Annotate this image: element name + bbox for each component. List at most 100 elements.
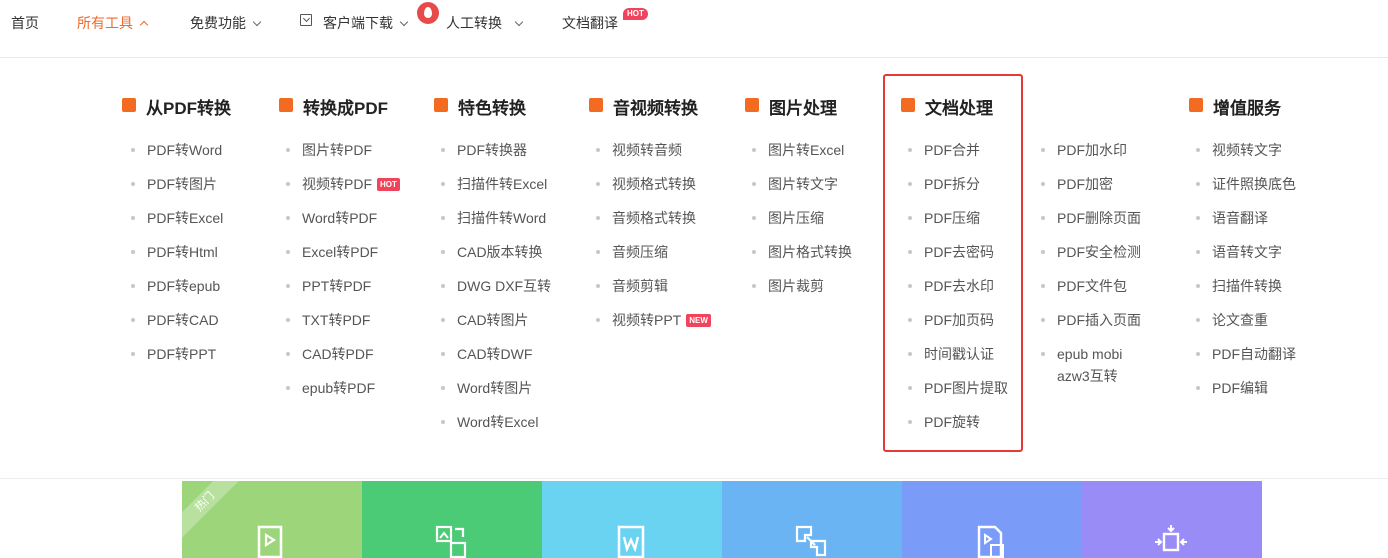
nav-all-tools-label: 所有工具	[77, 15, 133, 31]
menu-item[interactable]: CAD转图片	[440, 309, 551, 343]
video-to-doc-icon	[977, 525, 1004, 558]
menu-item[interactable]: 扫描件转换	[1195, 275, 1296, 309]
nav-manual-convert[interactable]: 人工转换	[446, 13, 524, 33]
image-icon	[745, 98, 759, 112]
video-icon	[589, 98, 603, 112]
menu-item[interactable]: 图片转Excel	[751, 139, 852, 173]
menu-item[interactable]: CAD版本转换	[440, 241, 551, 275]
menu-item[interactable]: PDF文件包	[1040, 275, 1141, 309]
chevron-up-icon	[139, 20, 149, 30]
star-icon	[434, 98, 448, 112]
feature-tile[interactable]	[542, 481, 722, 558]
nav-all-tools[interactable]: 所有工具	[77, 13, 149, 33]
category-title: 特色转换	[458, 99, 526, 118]
menu-item[interactable]: PDF加密	[1040, 173, 1141, 207]
convert-arrows-icon	[795, 525, 827, 557]
highlight-box	[883, 74, 1023, 452]
list-icon	[1189, 98, 1203, 112]
menu-item[interactable]: 图片压缩	[751, 207, 852, 241]
chevron-down-icon	[514, 17, 524, 27]
category-title: 从PDF转换	[146, 99, 231, 118]
menu-item[interactable]: 论文查重	[1195, 309, 1296, 343]
new-badge: NEW	[686, 314, 711, 327]
menu-item[interactable]: PDF自动翻译	[1195, 343, 1296, 377]
menu-item[interactable]: PDF转图片	[130, 173, 223, 207]
chevron-down-icon	[399, 17, 409, 27]
menu-item[interactable]: 视频转音频	[595, 139, 711, 173]
fire-icon	[417, 2, 439, 24]
menu-item[interactable]: 音频剪辑	[595, 275, 711, 309]
menu-item[interactable]: 语音转文字	[1195, 241, 1296, 275]
nav-divider	[0, 57, 1388, 58]
menu-item[interactable]: PDF加水印	[1040, 139, 1141, 173]
menu-item[interactable]: 图片裁剪	[751, 275, 852, 309]
word-icon	[617, 525, 645, 558]
hot-badge: HOT	[623, 8, 648, 20]
nav-manual-convert-label: 人工转换	[446, 15, 502, 31]
nav-free-features[interactable]: 免费功能	[190, 13, 262, 33]
menu-item[interactable]: 音频压缩	[595, 241, 711, 275]
menu-item[interactable]: PDF转Word	[130, 139, 223, 173]
menu-item-label: 视频转PDF	[302, 176, 372, 192]
menu-item[interactable]: DWG DXF互转	[440, 275, 551, 309]
menu-item[interactable]: 视频转PPT NEW	[595, 309, 711, 343]
menu-item[interactable]: PDF安全检测	[1040, 241, 1141, 275]
menu-item[interactable]: PDF删除页面	[1040, 207, 1141, 241]
to-pdf-icon	[279, 98, 293, 112]
menu-item[interactable]: PDF转PPT	[130, 343, 223, 377]
menu-item[interactable]: PDF转epub	[130, 275, 223, 309]
menu-item[interactable]: 扫描件转Word	[440, 207, 551, 241]
menu-item[interactable]: 图片转文字	[751, 173, 852, 207]
category-title: 转换成PDF	[303, 99, 388, 118]
top-nav: 首页 所有工具 免费功能 客户端下载 人工转换 文档翻译 HOT	[0, 0, 1388, 44]
menu-item[interactable]: 语音翻译	[1195, 207, 1296, 241]
category-title: 图片处理	[769, 99, 837, 118]
menu-item[interactable]: PDF转CAD	[130, 309, 223, 343]
feature-tile[interactable]	[722, 481, 902, 558]
nav-client-download[interactable]: 客户端下载	[323, 13, 409, 33]
chevron-down-icon	[252, 17, 262, 27]
menu-item[interactable]: PDF转Excel	[130, 207, 223, 241]
category-title: 音视频转换	[613, 99, 698, 118]
menu-item[interactable]: 扫描件转Excel	[440, 173, 551, 207]
menu-item[interactable]: 图片转PDF	[285, 139, 400, 173]
menu-item[interactable]: epub转PDF	[285, 377, 400, 411]
feature-tile[interactable]: 热门	[182, 481, 362, 558]
menu-item[interactable]: PDF插入页面	[1040, 309, 1141, 343]
menu-item[interactable]: 视频转PDF HOT	[285, 173, 400, 207]
menu-item[interactable]: TXT转PDF	[285, 309, 400, 343]
nav-doc-translate[interactable]: 文档翻译	[562, 13, 618, 33]
menu-item[interactable]: 音频格式转换	[595, 207, 711, 241]
hot-ribbon: 热门	[182, 481, 244, 541]
image-convert-icon	[435, 525, 467, 558]
menu-item[interactable]: Word转Excel	[440, 411, 551, 445]
menu-item[interactable]: 视频转文字	[1195, 139, 1296, 173]
feature-tile[interactable]	[902, 481, 1082, 558]
menu-item-label: 视频转PPT	[612, 312, 682, 328]
download-icon	[300, 14, 312, 26]
menu-item[interactable]: Excel转PDF	[285, 241, 400, 275]
menu-item[interactable]: PDF转Html	[130, 241, 223, 275]
nav-free-features-label: 免费功能	[190, 15, 246, 31]
menu-item[interactable]: 视频格式转换	[595, 173, 711, 207]
feature-tile[interactable]	[1082, 481, 1262, 558]
menu-item[interactable]: epub mobi azw3互转	[1040, 343, 1130, 395]
pdf-convert-icon	[122, 98, 136, 112]
menu-item[interactable]: Word转PDF	[285, 207, 400, 241]
hot-badge: HOT	[377, 178, 400, 191]
feature-tiles: 热门	[182, 481, 1262, 558]
menu-item[interactable]: 证件照换底色	[1195, 173, 1296, 207]
category-title: 增值服务	[1213, 99, 1281, 118]
feature-tile[interactable]	[362, 481, 542, 558]
menu-item[interactable]: CAD转PDF	[285, 343, 400, 377]
menu-item[interactable]: Word转图片	[440, 377, 551, 411]
nav-home[interactable]: 首页	[11, 13, 39, 33]
nav-client-download-label: 客户端下载	[323, 15, 393, 31]
menu-item[interactable]: PDF编辑	[1195, 377, 1296, 411]
section-divider	[0, 478, 1388, 479]
merge-icon	[1155, 525, 1187, 552]
menu-item[interactable]: PPT转PDF	[285, 275, 400, 309]
menu-item[interactable]: CAD转DWF	[440, 343, 551, 377]
menu-item[interactable]: PDF转换器	[440, 139, 551, 173]
menu-item[interactable]: 图片格式转换	[751, 241, 852, 275]
